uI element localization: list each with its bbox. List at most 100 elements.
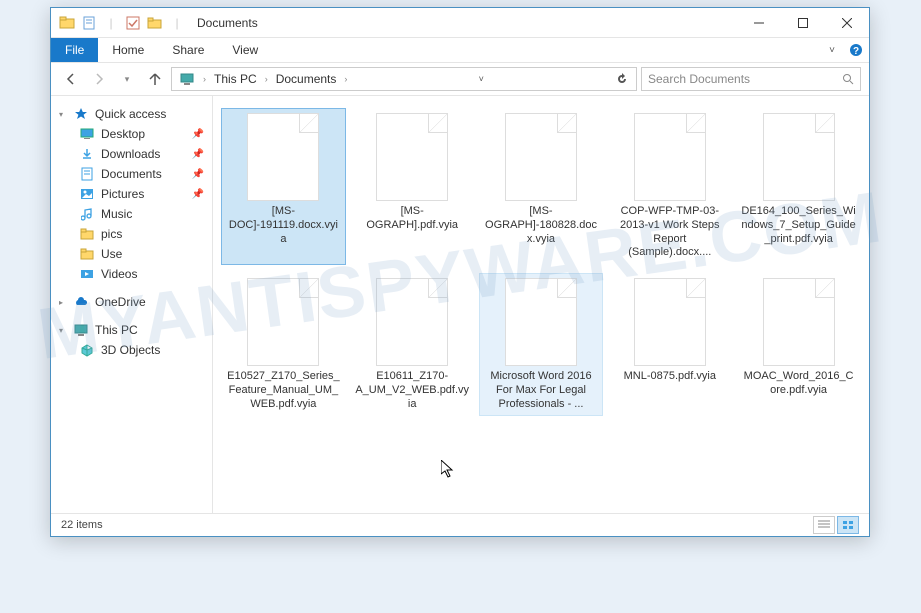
- maximize-button[interactable]: [781, 8, 825, 38]
- minimize-button[interactable]: [737, 8, 781, 38]
- file-label: MNL-0875.pdf.vyia: [624, 370, 716, 384]
- search-input[interactable]: Search Documents: [641, 67, 861, 91]
- file-item[interactable]: [MS-OGRAPH]-180828.docx.vyia: [479, 108, 604, 265]
- file-item[interactable]: DE164_100_Series_Windows_7_Setup_Guide_p…: [736, 108, 861, 265]
- chevron-down-icon: ▾: [59, 326, 67, 335]
- quick-access-toolbar: | |: [51, 13, 187, 33]
- new-folder-icon[interactable]: [145, 13, 165, 33]
- file-thumbnail-icon: [763, 278, 835, 366]
- close-button[interactable]: [825, 8, 869, 38]
- file-item[interactable]: Microsoft Word 2016 For Max For Legal Pr…: [479, 273, 604, 416]
- sidebar-onedrive[interactable]: ▸ OneDrive: [51, 292, 212, 312]
- pin-icon: 📌: [192, 169, 204, 180]
- refresh-icon[interactable]: [612, 73, 632, 85]
- sidebar-this-pc[interactable]: ▾ This PC: [51, 320, 212, 340]
- sidebar-item-label: Pictures: [101, 187, 144, 201]
- address-dropdown-icon[interactable]: ˅: [475, 74, 488, 84]
- 3d-objects-icon: [79, 342, 95, 358]
- sidebar-item-3d-objects[interactable]: 3D Objects: [51, 340, 212, 360]
- select-checkbox-icon[interactable]: [123, 13, 143, 33]
- breadcrumb[interactable]: › This PC › Documents › ˅: [171, 67, 637, 91]
- tab-home[interactable]: Home: [98, 38, 158, 62]
- file-label: E10527_Z170_Series_Feature_Manual_UM_WEB…: [226, 370, 341, 411]
- file-label: Microsoft Word 2016 For Max For Legal Pr…: [484, 370, 599, 411]
- sidebar-item-downloads[interactable]: Downloads 📌: [51, 144, 212, 164]
- sidebar-item-pictures[interactable]: Pictures 📌: [51, 184, 212, 204]
- folder-icon: [79, 246, 95, 262]
- status-bar: 22 items: [51, 513, 869, 536]
- folder-icon: [79, 226, 95, 242]
- pin-icon: 📌: [192, 129, 204, 140]
- sidebar-item-label: Use: [101, 247, 122, 261]
- sidebar-quick-access[interactable]: ▾ Quick access: [51, 104, 212, 124]
- chevron-right-icon[interactable]: ›: [262, 74, 271, 84]
- sidebar-label: OneDrive: [95, 295, 146, 309]
- file-thumbnail-icon: [376, 278, 448, 366]
- folder-icon: [57, 13, 77, 33]
- content-pane: ▾ Quick access Desktop 📌 Downloads 📌: [51, 96, 869, 513]
- sidebar-item-pics[interactable]: pics: [51, 224, 212, 244]
- sidebar-item-use[interactable]: Use: [51, 244, 212, 264]
- file-item[interactable]: COP-WFP-TMP-03-2013-v1 Work Steps Report…: [607, 108, 732, 265]
- sidebar-item-desktop[interactable]: Desktop 📌: [51, 124, 212, 144]
- file-item[interactable]: [MS-DOC]-191119.docx.vyia: [221, 108, 346, 265]
- back-button[interactable]: [59, 67, 83, 91]
- file-item[interactable]: [MS-OGRAPH].pdf.vyia: [350, 108, 475, 265]
- search-placeholder: Search Documents: [648, 72, 750, 86]
- breadcrumb-segment[interactable]: This PC: [211, 72, 260, 86]
- file-thumbnail-icon: [763, 113, 835, 201]
- sidebar-item-label: 3D Objects: [101, 343, 160, 357]
- ribbon-tabs: File Home Share View ˅ ?: [51, 38, 869, 63]
- chevron-right-icon[interactable]: ›: [200, 74, 209, 84]
- tab-view[interactable]: View: [218, 38, 272, 62]
- navigation-sidebar: ▾ Quick access Desktop 📌 Downloads 📌: [51, 96, 213, 513]
- ribbon-collapse-icon[interactable]: ˅: [821, 38, 843, 62]
- sidebar-item-label: Videos: [101, 267, 137, 281]
- recent-locations-button[interactable]: ▾: [115, 67, 139, 91]
- tab-file[interactable]: File: [51, 38, 98, 62]
- window-controls: [737, 8, 869, 38]
- file-item[interactable]: MOAC_Word_2016_Core.pdf.vyia: [736, 273, 861, 416]
- divider-icon: |: [167, 13, 187, 33]
- forward-button[interactable]: [87, 67, 111, 91]
- chevron-right-icon[interactable]: ›: [341, 74, 350, 84]
- file-item[interactable]: MNL-0875.pdf.vyia: [607, 273, 732, 416]
- properties-icon[interactable]: [79, 13, 99, 33]
- documents-icon: [79, 166, 95, 182]
- file-grid[interactable]: [MS-DOC]-191119.docx.vyia [MS-OGRAPH].pd…: [213, 96, 869, 513]
- explorer-window: | | Documents File Home Share View: [50, 7, 870, 537]
- svg-text:?: ?: [853, 46, 859, 57]
- large-icons-view-button[interactable]: [837, 516, 859, 534]
- details-view-button[interactable]: [813, 516, 835, 534]
- cloud-icon: [73, 294, 89, 310]
- pc-icon: [73, 322, 89, 338]
- sidebar-item-label: Music: [101, 207, 132, 221]
- sidebar-label: This PC: [95, 323, 138, 337]
- pictures-icon: [79, 186, 95, 202]
- chevron-down-icon: ▾: [59, 110, 67, 119]
- file-label: [MS-DOC]-191119.docx.vyia: [226, 205, 341, 246]
- file-label: COP-WFP-TMP-03-2013-v1 Work Steps Report…: [612, 205, 727, 260]
- sidebar-item-videos[interactable]: Videos: [51, 264, 212, 284]
- view-buttons: [813, 516, 859, 534]
- file-label: MOAC_Word_2016_Core.pdf.vyia: [741, 370, 856, 398]
- help-icon[interactable]: ?: [843, 38, 869, 62]
- pin-icon: 📌: [192, 149, 204, 160]
- file-item[interactable]: E10611_Z170-A_UM_V2_WEB.pdf.vyia: [350, 273, 475, 416]
- sidebar-item-documents[interactable]: Documents 📌: [51, 164, 212, 184]
- sidebar-item-label: Downloads: [101, 147, 160, 161]
- breadcrumb-segment[interactable]: Documents: [273, 72, 340, 86]
- star-icon: [73, 106, 89, 122]
- file-thumbnail-icon: [247, 113, 319, 201]
- search-icon[interactable]: [842, 73, 854, 85]
- file-item[interactable]: E10527_Z170_Series_Feature_Manual_UM_WEB…: [221, 273, 346, 416]
- up-button[interactable]: [143, 67, 167, 91]
- videos-icon: [79, 266, 95, 282]
- tab-share[interactable]: Share: [158, 38, 218, 62]
- downloads-icon: [79, 146, 95, 162]
- chevron-right-icon: ▸: [59, 298, 67, 307]
- file-label: [MS-OGRAPH].pdf.vyia: [355, 205, 470, 233]
- sidebar-item-label: Documents: [101, 167, 162, 181]
- sidebar-item-music[interactable]: Music: [51, 204, 212, 224]
- file-thumbnail-icon: [247, 278, 319, 366]
